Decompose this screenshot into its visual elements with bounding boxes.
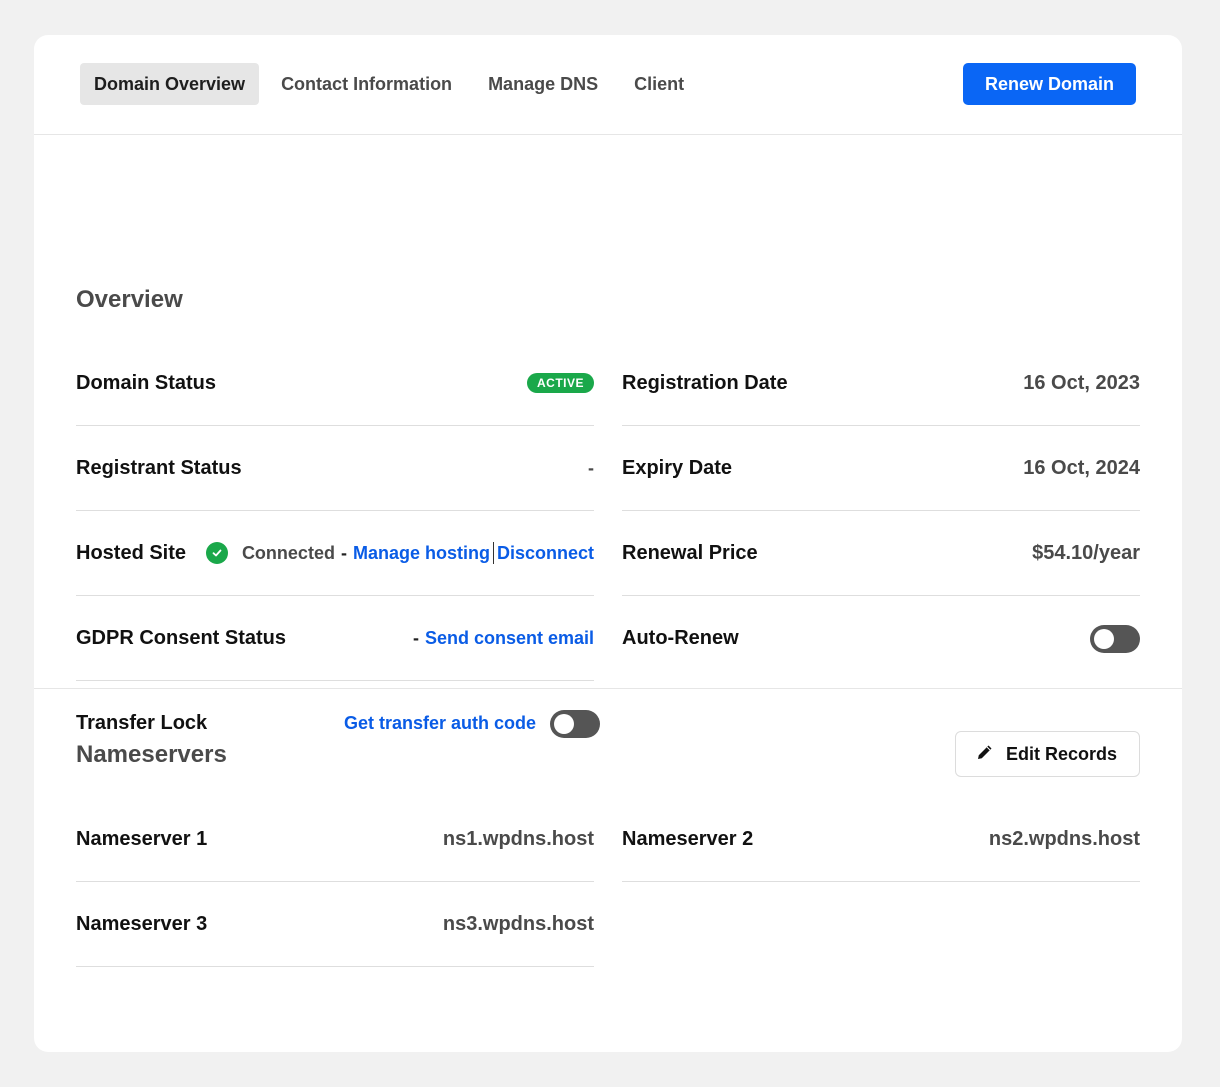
overview-right-column: Registration Date 16 Oct, 2023 Expiry Da…: [622, 341, 1140, 681]
registrant-status-value: -: [588, 457, 594, 478]
nameserver-value: ns2.wpdns.host: [988, 827, 1140, 850]
hosted-dash: -: [340, 542, 347, 563]
renewal-price-label: Renewal Price: [622, 541, 758, 564]
nameservers-left-column: Nameserver 1 ns1.wpdns.host Nameserver 3…: [76, 797, 594, 967]
tab-manage-dns[interactable]: Manage DNS: [474, 63, 612, 105]
gdpr-row: GDPR Consent Status - Send consent email: [76, 596, 594, 681]
pencil-icon: [976, 743, 994, 766]
manage-hosting-link[interactable]: Manage hosting: [353, 543, 490, 564]
nameserver-value: ns3.wpdns.host: [442, 912, 594, 935]
nameserver-label: Nameserver 1: [76, 827, 208, 850]
nameserver-value: ns1.wpdns.host: [442, 827, 594, 850]
disconnect-link[interactable]: Disconnect: [497, 543, 594, 564]
card-header: Domain Overview Contact Information Mana…: [34, 35, 1182, 135]
registration-date-row: Registration Date 16 Oct, 2023: [622, 341, 1140, 426]
link-divider: [492, 542, 494, 564]
nameserver-row: Nameserver 2 ns2.wpdns.host: [622, 797, 1140, 882]
nameserver-label: Nameserver 3: [76, 912, 208, 935]
expiry-date-label: Expiry Date: [622, 456, 733, 479]
overview-title: Overview: [76, 286, 183, 313]
renewal-price-value: $54.10/year: [1032, 541, 1140, 564]
tab-bar: Domain Overview Contact Information Mana…: [80, 63, 698, 105]
expiry-date-value: 16 Oct, 2024: [1023, 456, 1140, 479]
registrant-status-row: Registrant Status -: [76, 426, 594, 511]
renewal-price-row: Renewal Price $54.10/year: [622, 511, 1140, 596]
nameservers-right-column: Nameserver 2 ns2.wpdns.host: [622, 797, 1140, 882]
toggle-knob: [1094, 628, 1114, 649]
nameserver-label: Nameserver 2: [622, 827, 754, 850]
send-consent-email-link[interactable]: Send consent email: [425, 628, 594, 649]
check-circle-icon: [205, 542, 228, 564]
registration-date-value: 16 Oct, 2023: [1023, 371, 1140, 394]
domain-card: Domain Overview Contact Information Mana…: [34, 35, 1182, 1052]
nameserver-row: Nameserver 3 ns3.wpdns.host: [76, 882, 594, 967]
tab-domain-overview[interactable]: Domain Overview: [80, 63, 260, 105]
connected-text: Connected: [241, 542, 335, 563]
status-badge: ACTIVE: [526, 373, 594, 393]
edit-records-button[interactable]: Edit Records: [954, 731, 1140, 777]
gdpr-label: GDPR Consent Status: [76, 626, 287, 649]
tab-contact-information[interactable]: Contact Information: [267, 63, 466, 105]
domain-status-label: Domain Status: [76, 371, 217, 394]
auto-renew-row: Auto-Renew: [622, 596, 1140, 681]
nameservers-section: Nameservers Edit Records Nameserver 1 ns…: [34, 689, 1182, 1051]
expiry-date-row: Expiry Date 16 Oct, 2024: [622, 426, 1140, 511]
edit-records-label: Edit Records: [1005, 743, 1117, 764]
domain-status-row: Domain Status ACTIVE: [76, 341, 594, 426]
nameservers-title: Nameservers: [76, 741, 227, 768]
auto-renew-label: Auto-Renew: [622, 627, 739, 649]
gdpr-actions: - Send consent email: [407, 628, 594, 649]
registrant-status-label: Registrant Status: [76, 456, 242, 479]
hosted-site-row: Hosted Site Connected - Manage hosting D…: [76, 511, 594, 596]
registration-date-label: Registration Date: [622, 371, 788, 394]
tab-client[interactable]: Client: [620, 63, 698, 105]
auto-renew-toggle[interactable]: [1090, 624, 1140, 653]
gdpr-dash: -: [412, 627, 419, 648]
hosted-site-status: Connected - Manage hosting Disconnect: [205, 542, 594, 564]
nameserver-row: Nameserver 1 ns1.wpdns.host: [76, 797, 594, 882]
hosted-site-label: Hosted Site: [76, 541, 187, 564]
renew-domain-button[interactable]: Renew Domain: [962, 63, 1136, 105]
overview-section: Overview Domain Status ACTIVE Registrant…: [34, 135, 1182, 738]
